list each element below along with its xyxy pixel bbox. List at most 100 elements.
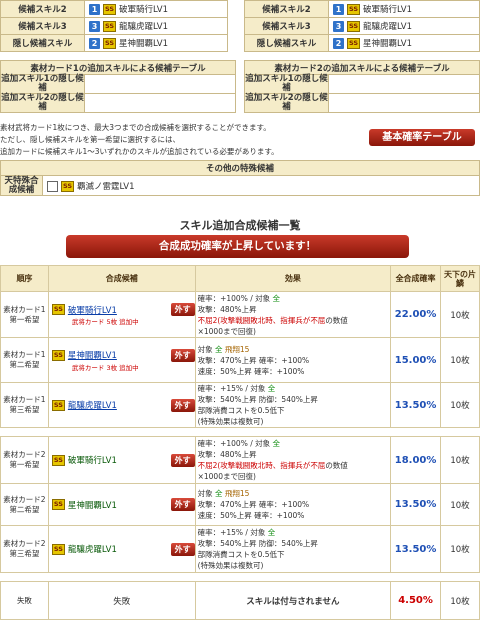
effect-line: 速度：50%上昇 確率：+100%: [198, 366, 390, 377]
effect-text: 部隊消費コストを0.5低下: [197, 550, 285, 559]
slot-number-icon: 2: [89, 38, 100, 49]
source-card: 素材カード1: [3, 350, 46, 359]
effect-text: 攻撃：540%上昇 防御：540%上昇: [197, 539, 318, 548]
effect-text: 確率：+15% / 対象: [197, 528, 268, 537]
source-cell: 素材カード1 第一希望: [0, 291, 49, 338]
basic-rate-table-button[interactable]: 基本確率テーブル: [369, 129, 475, 146]
remove-button[interactable]: 外す: [170, 542, 195, 556]
col-order: 順序: [0, 265, 49, 292]
remove-button[interactable]: 外す: [170, 398, 195, 412]
effect-text: ×1000まで回復): [197, 326, 256, 336]
effect-text: 不屈: [310, 315, 326, 325]
special-checkbox[interactable]: [47, 180, 58, 192]
special-skill: 覇滅ノ雷霆LV1: [77, 181, 135, 192]
remove-button[interactable]: 外す: [170, 348, 195, 362]
add-left-row1-label: 追加スキル1の隠し候補: [0, 74, 85, 94]
candidate-row: 候補スキル2 1 SS 破軍騎行LV1: [244, 0, 480, 18]
ss-rank-icon: SS: [51, 349, 65, 361]
source-cell: 素材カード2 第二希望: [0, 483, 49, 526]
fragment-count: 10枚: [440, 525, 480, 573]
candidate-skill-name: 破軍騎行LV1: [67, 456, 117, 466]
effect-text: 飛翔15: [222, 344, 250, 354]
candidate-label: 候補スキル3: [0, 17, 85, 35]
candidate-skill-name[interactable]: 星神闘覇LV1: [68, 349, 165, 361]
ss-rank-icon: SS: [347, 38, 360, 49]
effect-cell: 確率：+15% / 対象 全攻撃：540%上昇 防御：540%上昇 部隊消費コスト…: [194, 382, 392, 428]
add-right-table: 素材カード2の追加スキルによる候補テーブル 追加スキル1の隠し候補 追加スキル2…: [244, 60, 480, 113]
candidate-table-row: 素材カード1 第一希望 SS 破軍騎行LV1 外す 武将カード 5枚 追加中 確率：+1…: [0, 291, 480, 338]
effect-line: ×1000まで回復): [198, 326, 390, 337]
candidate-skill: 龍驤虎躍LV1: [119, 22, 169, 32]
effect-text: 対象: [197, 344, 215, 354]
candidate-label: 候補スキル2: [244, 0, 329, 18]
ss-rank-icon: SS: [61, 180, 74, 192]
remove-button[interactable]: 外す: [170, 303, 195, 316]
add-right-row1-label: 追加スキル1の隠し候補: [244, 74, 329, 94]
remove-button[interactable]: 外す: [170, 453, 195, 467]
remove-button[interactable]: 外す: [170, 498, 195, 511]
effect-line: 攻撃：470%上昇 確率：+100%: [198, 499, 390, 510]
candidate-table-row: 素材カード1 第三希望 SS 龍驤虎躍LV1 外す 確率：+15% / 対象 全攻撃：…: [0, 382, 480, 428]
source-card: 素材カード2: [3, 450, 46, 459]
candidate-skill-name[interactable]: 龍驤虎躍LV1: [68, 399, 165, 411]
effect-text: 全: [272, 293, 281, 303]
effect-line: 部隊消費コストを0.5低下: [198, 549, 390, 560]
effect-text: 全: [267, 384, 276, 393]
slot-number-icon: 3: [89, 21, 100, 32]
col-rate: 全合成確率: [390, 265, 442, 292]
list-title: スキル追加合成候補一覧: [179, 219, 301, 232]
ss-rank-icon: SS: [347, 4, 360, 15]
candidates-table: 順序 合成候補 効果 全合成確率 天下の片鱗 素材カード1 第一希望 SS 破軍騎行…: [0, 265, 480, 620]
ss-rank-icon: SS: [347, 21, 360, 32]
rate-value: 13.50%: [390, 483, 442, 526]
source-choice: 第三希望: [9, 405, 40, 414]
effect-line: 対象 全 飛翔15: [198, 344, 390, 355]
candidate-row: 候補スキル2 1 SS 破軍騎行LV1: [0, 0, 228, 18]
effect-line: 不屈2(攻撃戦闘敗北時、指揮兵が不屈の数値: [198, 460, 390, 471]
candidate-skill-name: 星神闘覇LV1: [67, 500, 117, 511]
effect-cell: 対象 全 飛翔15 攻撃：470%上昇 確率：+100% 速度：50%上昇 確率：+…: [194, 337, 392, 383]
col-effect: 効果: [194, 265, 392, 292]
effect-line: (特殊効果は複数可): [198, 416, 390, 427]
effect-line: 確率：+15% / 対象 全: [198, 527, 390, 538]
effect-text: 不屈: [310, 461, 326, 470]
note-line: 素材武将カード1枚につき、最大3つまでの合成候補を選択することができます。: [0, 123, 271, 132]
fragment-count: 10枚: [440, 483, 480, 526]
effect-text: (特殊効果は複数可): [197, 417, 264, 426]
add-left-title: 素材カード1の追加スキルによる候補テーブル: [0, 60, 236, 75]
slot-number-icon: 1: [333, 4, 344, 15]
top-right-table: 候補スキル2 1 SS 破軍騎行LV1 候補スキル3 3 SS 龍驤虎躍LV1 隠し候補スキ…: [244, 0, 480, 52]
slot-number-icon: 2: [333, 38, 344, 49]
effect-text: (攻撃戦闘敗北時、指揮兵が: [217, 461, 311, 470]
source-choice: 第二希望: [9, 504, 40, 514]
effect-cell: 対象 全 飛翔15 攻撃：470%上昇 確率：+100% 速度：50%上昇 確率：+…: [194, 483, 392, 526]
effect-text: 速度：50%上昇 確率：+100%: [197, 366, 305, 376]
ss-rank-icon: SS: [51, 399, 65, 411]
slot-number-icon: 1: [89, 4, 100, 15]
effect-text: の数値: [325, 315, 348, 325]
effect-text: 全: [267, 528, 276, 537]
candidate-skill: 星神闘覇LV1: [363, 39, 413, 49]
effect-line: 確率：+100% / 対象 全: [198, 293, 390, 304]
ss-rank-icon: SS: [103, 38, 116, 49]
source-card: 素材カード1: [3, 304, 46, 314]
ss-rank-icon: SS: [51, 304, 65, 315]
candidate-label: 隠し候補スキル: [244, 34, 329, 52]
effect-text: 攻撃：540%上昇 防御：540%上昇: [197, 395, 318, 404]
source-card: 素材カード1: [3, 395, 46, 404]
fragment-count: 10枚: [440, 337, 480, 383]
candidate-row: 隠し候補スキル 2 SS 星神闘覇LV1: [0, 34, 228, 52]
note-line: 追加カードに候補スキル1〜3いずれかのスキルが追加されている必要があります。: [0, 147, 279, 156]
fail-row: 失敗 失敗 スキルは付与されません 4.50% 10枚: [0, 581, 480, 620]
effect-line: 対象 全 飛翔15: [198, 488, 390, 499]
effect-line: 攻撃：540%上昇 防御：540%上昇: [198, 394, 390, 405]
candidate-skill-name[interactable]: 破軍騎行LV1: [68, 304, 165, 316]
note-line: ただし、隠し候補スキルを第一希望に選択するには、: [0, 135, 180, 144]
source-cell: 素材カード1 第二希望: [0, 337, 49, 383]
source-cell: 素材カード1 第三希望: [0, 382, 49, 428]
effect-line: 不屈2(攻撃戦闘敗北時、指揮兵が不屈の数値: [198, 315, 390, 326]
col-total: 天下の片鱗: [440, 265, 480, 292]
source-choice: 第三希望: [9, 549, 40, 558]
effect-line: 部隊消費コストを0.5低下: [198, 405, 390, 416]
add-left-table: 素材カード1の追加スキルによる候補テーブル 追加スキル1の隠し候補 追加スキル2…: [0, 60, 236, 113]
